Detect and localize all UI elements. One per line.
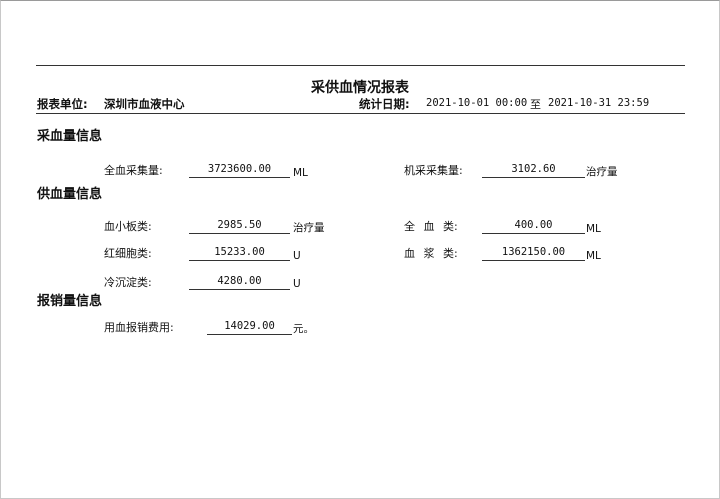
reimbursement-heading: 报销量信息 [37, 294, 103, 309]
apheresis-collection-unit: 治疗量 [586, 166, 618, 178]
apheresis-collection-label: 机采采集量: [404, 164, 463, 177]
stat-date-to: 2021-10-31 23:59 [548, 97, 650, 109]
cryo-unit: U [293, 278, 301, 290]
report-title: 采供血情况报表 [311, 80, 409, 96]
stat-date-from: 2021-10-01 00:00 [426, 97, 528, 109]
whole-blood-collection-unit: ML [293, 167, 308, 179]
collection-heading: 采血量信息 [37, 129, 103, 144]
platelet-unit: 治疗量 [293, 222, 325, 234]
rbc-value: 15233.00 [189, 245, 290, 261]
reimbursement-fee-value: 14029.00 [207, 319, 292, 335]
rbc-label: 红细胞类: [104, 247, 152, 260]
platelet-value: 2985.50 [189, 218, 290, 234]
whole-blood-supply-unit: ML [586, 223, 601, 235]
report-unit-value: 深圳市血液中心 [104, 97, 185, 111]
platelet-label: 血小板类: [104, 220, 152, 233]
plasma-value: 1362150.00 [482, 245, 585, 261]
cryo-value: 4280.00 [189, 274, 290, 290]
whole-blood-supply-label: 全 血 类: [404, 220, 458, 233]
top-rule [36, 65, 685, 66]
apheresis-collection-value: 3102.60 [482, 162, 585, 178]
plasma-unit: ML [586, 250, 601, 262]
report-unit-label: 报表单位: [37, 97, 88, 111]
whole-blood-collection-label: 全血采集量: [104, 164, 163, 177]
whole-blood-collection-value: 3723600.00 [189, 162, 290, 178]
stat-date-label: 统计日期: [359, 97, 410, 111]
supply-heading: 供血量信息 [37, 187, 103, 202]
stat-date-separator: 至 [530, 98, 541, 111]
whole-blood-supply-value: 400.00 [482, 218, 585, 234]
cryo-label: 冷沉淀类: [104, 276, 152, 289]
rbc-unit: U [293, 250, 301, 262]
reimbursement-fee-unit: 元。 [293, 323, 314, 335]
plasma-label: 血 浆 类: [404, 247, 458, 260]
reimbursement-fee-label: 用血报销费用: [104, 321, 174, 334]
header-rule [36, 113, 685, 114]
